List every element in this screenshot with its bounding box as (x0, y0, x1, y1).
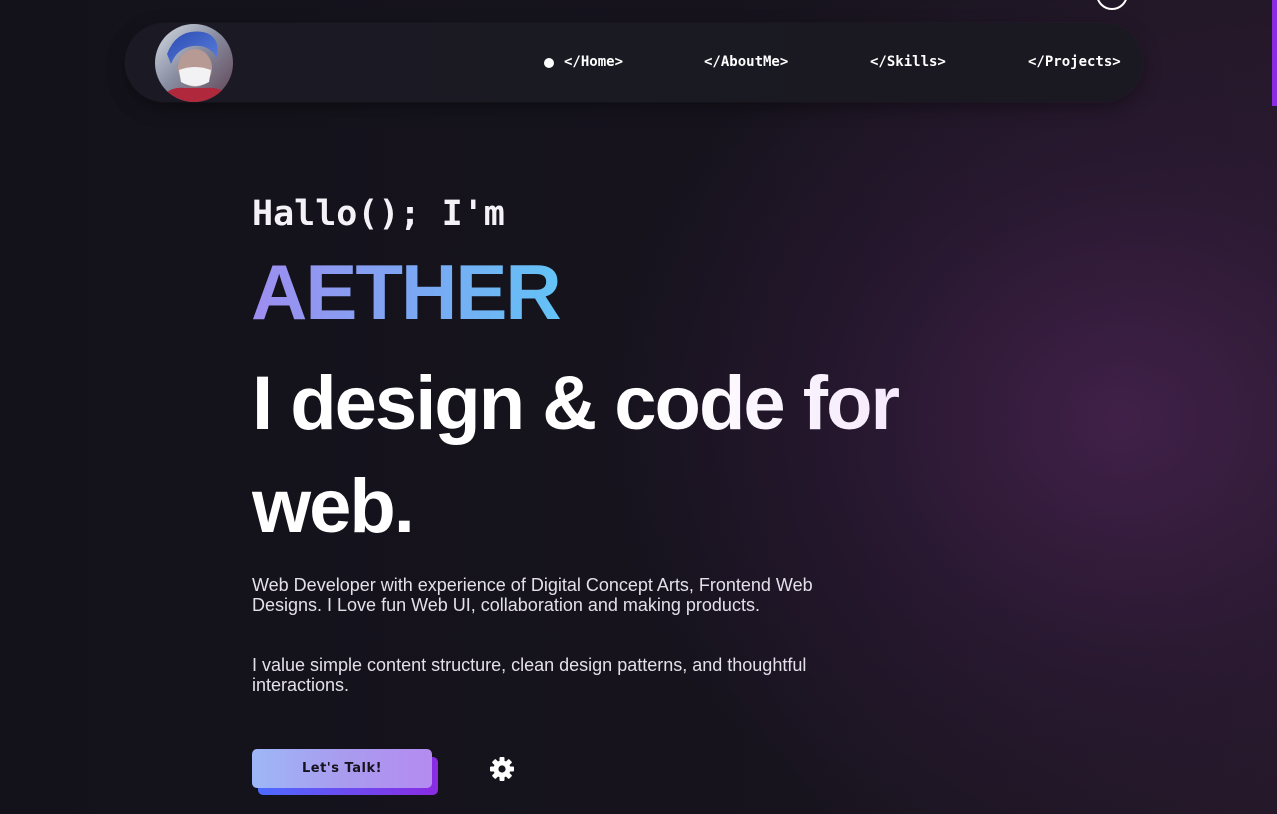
gear-icon[interactable] (489, 756, 515, 782)
active-indicator-dot-icon (544, 58, 554, 68)
hero-description: Web Developer with experience of Digital… (252, 575, 813, 615)
nav-link-about-me[interactable]: </AboutMe> (704, 54, 788, 70)
nav-link-projects[interactable]: </Projects> (1028, 54, 1121, 70)
nav-link-skills[interactable]: </Skills> (870, 54, 946, 70)
nav-link-home[interactable]: </Home> (564, 54, 623, 70)
cta-container: Let's Talk! (252, 749, 438, 795)
hero-name: AETHER (251, 248, 562, 336)
hero-headline: I design & code for web. (252, 352, 972, 558)
hero-greeting: Hallo(); I'm (252, 194, 505, 234)
lets-talk-button[interactable]: Let's Talk! (252, 749, 432, 788)
avatar[interactable] (155, 24, 233, 102)
top-navbar: </Home> </AboutMe> </Skills> </Projects> (125, 23, 1143, 102)
profile-photo-icon (155, 24, 233, 102)
hero-description-secondary: I value simple content structure, clean … (252, 655, 807, 695)
scroll-progress-bar (1272, 0, 1277, 106)
